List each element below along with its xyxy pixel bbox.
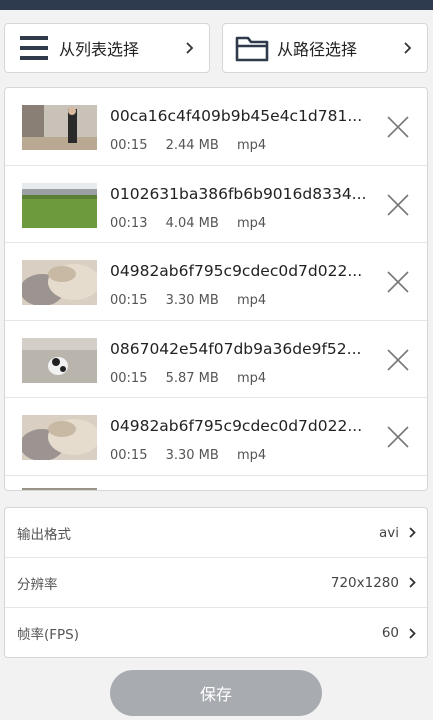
- video-thumbnail: [22, 260, 97, 305]
- chevron-right-icon: [181, 42, 199, 54]
- video-format: mp4: [236, 370, 267, 386]
- video-thumbnail: [22, 105, 97, 150]
- setting-value: 60: [381, 625, 399, 641]
- chevron-right-icon: [405, 627, 419, 639]
- video-format: mp4: [236, 293, 267, 308]
- video-meta: 00:15 2.44 MB mp4: [110, 138, 280, 153]
- setting-label: 输出格式: [17, 526, 71, 543]
- setting-label: 帧率(FPS): [17, 627, 80, 643]
- select-from-list-label: 从列表选择: [59, 40, 140, 59]
- video-name: 04982ab6f795c9cdec0d7d022...: [110, 417, 363, 435]
- video-meta: 00:15 3.30 MB mp4: [110, 448, 280, 463]
- video-thumbnail: [22, 415, 97, 460]
- save-button[interactable]: 保存: [110, 670, 322, 716]
- setting-value: avi: [378, 524, 399, 541]
- video-name: 0102631ba386fb6b9016d8334...: [110, 184, 367, 203]
- video-thumbnail: [22, 337, 97, 383]
- video-thumbnail-partial: [22, 488, 97, 490]
- video-size: 3.30 MB: [165, 448, 219, 463]
- video-duration: 00:15: [110, 138, 148, 153]
- remove-video-icon[interactable]: [387, 271, 409, 293]
- remove-video-icon[interactable]: [387, 116, 409, 138]
- video-name: 00ca16c4f409b9b45e4c1d781...: [110, 107, 363, 125]
- remove-video-icon[interactable]: [387, 426, 409, 448]
- video-size: 4.04 MB: [165, 215, 219, 231]
- video-format: mp4: [236, 448, 267, 463]
- video-duration: 00:15: [110, 370, 148, 386]
- video-list-item[interactable]: 0867042e54f07db9a36de9f52... 00:15 5.87 …: [5, 321, 427, 398]
- video-size: 5.87 MB: [165, 370, 219, 386]
- video-list-item[interactable]: 04982ab6f795c9cdec0d7d022... 00:15 3.30 …: [5, 398, 427, 476]
- status-bar: [0, 0, 433, 10]
- setting-value: 720x1280: [330, 574, 399, 591]
- folder-icon: [235, 31, 269, 65]
- video-meta: 00:15 3.30 MB mp4: [110, 293, 280, 308]
- video-list-item[interactable]: 0102631ba386fb6b9016d8334... 00:13 4.04 …: [5, 166, 427, 243]
- select-from-list-button[interactable]: 从列表选择: [4, 23, 210, 73]
- video-format: mp4: [236, 138, 267, 153]
- output-settings-panel: 输出格式 avi 分辨率 720x1280 帧率(FPS) 60: [4, 507, 428, 658]
- select-from-path-label: 从路径选择: [277, 40, 358, 59]
- video-size: 2.44 MB: [165, 138, 219, 153]
- remove-video-icon[interactable]: [387, 348, 409, 371]
- video-duration: 00:15: [110, 448, 148, 463]
- video-format: mp4: [236, 215, 267, 231]
- setting-output-format[interactable]: 输出格式 avi: [5, 508, 427, 558]
- chevron-right-icon: [405, 577, 419, 588]
- select-from-path-button[interactable]: 从路径选择: [222, 23, 428, 73]
- selected-video-list[interactable]: 00ca16c4f409b9b45e4c1d781... 00:15 2.44 …: [4, 87, 428, 491]
- setting-resolution[interactable]: 分辨率 720x1280: [5, 558, 427, 608]
- video-size: 3.30 MB: [165, 293, 219, 308]
- video-duration: 00:15: [110, 293, 148, 308]
- video-meta: 00:15 5.87 MB mp4: [110, 371, 280, 386]
- video-meta: 00:13 4.04 MB mp4: [110, 216, 280, 231]
- remove-video-icon[interactable]: [387, 193, 409, 216]
- video-name: 0867042e54f07db9a36de9f52...: [110, 339, 362, 358]
- video-thumbnail: [22, 182, 97, 228]
- chevron-right-icon: [405, 527, 419, 538]
- video-list-item[interactable]: 00ca16c4f409b9b45e4c1d781... 00:15 2.44 …: [5, 88, 427, 166]
- chevron-right-icon: [399, 42, 417, 54]
- setting-frame-rate[interactable]: 帧率(FPS) 60: [5, 608, 427, 658]
- video-list-item[interactable]: 04982ab6f795c9cdec0d7d022... 00:15 3.30 …: [5, 243, 427, 321]
- video-name: 04982ab6f795c9cdec0d7d022...: [110, 262, 363, 280]
- list-menu-icon: [17, 31, 51, 65]
- video-duration: 00:13: [110, 215, 148, 231]
- setting-label: 分辨率: [17, 576, 58, 593]
